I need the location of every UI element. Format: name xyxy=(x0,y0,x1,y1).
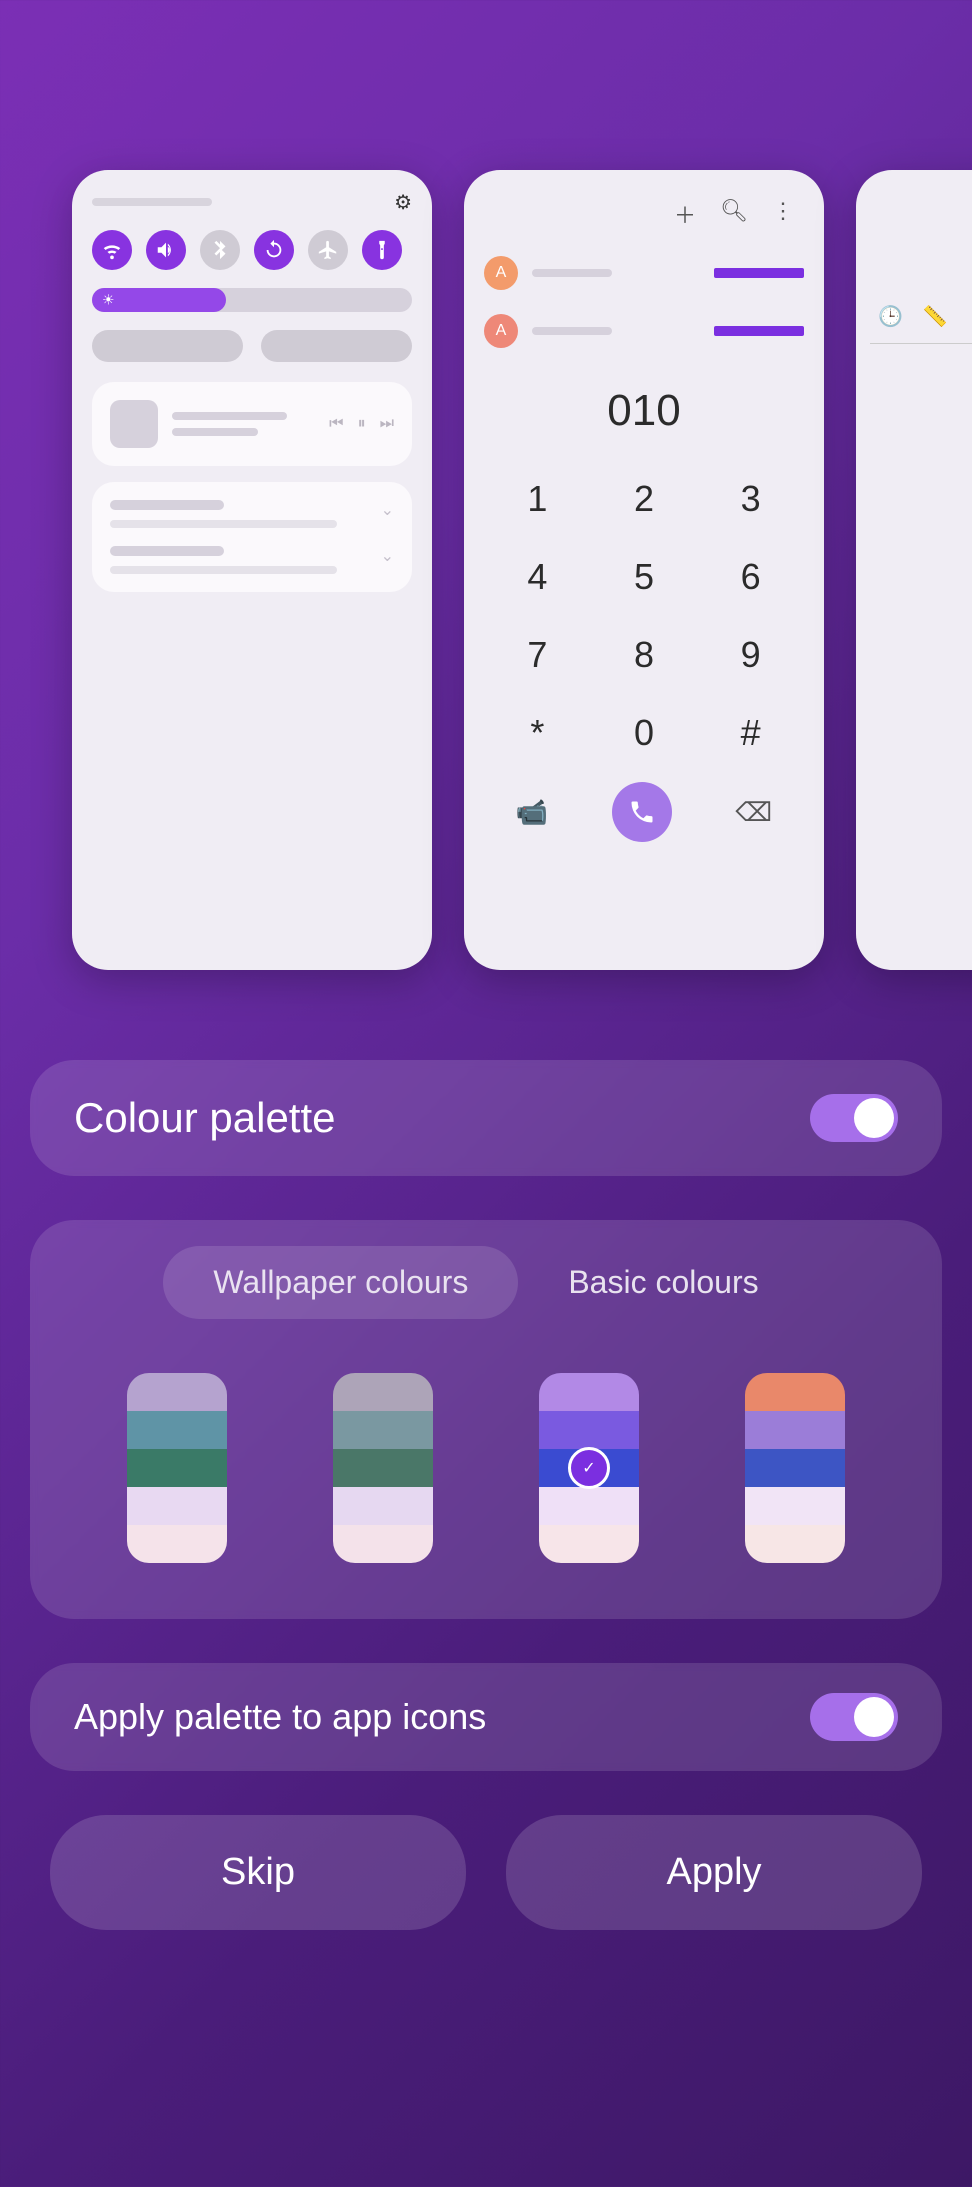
dial-key: 5 xyxy=(591,538,698,616)
call-button xyxy=(612,782,672,842)
dial-key: 9 xyxy=(697,616,804,694)
dial-key: * xyxy=(484,694,591,772)
apply-icons-card: Apply palette to app icons xyxy=(30,1663,942,1771)
gear-icon: ⚙ xyxy=(394,190,412,215)
dial-key: # xyxy=(697,694,804,772)
brightness-slider: ☀ xyxy=(92,288,412,312)
contact-avatar: A xyxy=(484,256,518,290)
preview-calculator: 23 🕒 📏 C 7 4 1 +/- xyxy=(856,170,972,970)
tab-wallpaper-colours[interactable]: Wallpaper colours xyxy=(163,1246,518,1319)
palette-list: ✓ xyxy=(74,1363,898,1593)
dial-key: 1 xyxy=(484,460,591,538)
plus-icon: ＋ xyxy=(674,198,696,230)
preview-quick-settings: ⚙ ☀ ⏮ ⏸ ⏭ xyxy=(72,170,432,970)
check-icon: ✓ xyxy=(568,1447,610,1489)
airplane-icon xyxy=(308,230,348,270)
calculator-display: 23 xyxy=(870,190,972,296)
media-card: ⏮ ⏸ ⏭ xyxy=(92,382,412,466)
preview-carousel[interactable]: ⚙ ☀ ⏮ ⏸ ⏭ xyxy=(0,0,972,1000)
rotate-icon xyxy=(254,230,294,270)
pause-icon: ⏸ xyxy=(358,415,366,433)
dial-key: 2 xyxy=(591,460,698,538)
wifi-icon xyxy=(92,230,132,270)
apply-icons-label: Apply palette to app icons xyxy=(74,1696,486,1738)
next-icon: ⏭ xyxy=(380,415,394,433)
dial-key: 0 xyxy=(591,694,698,772)
dial-key: 7 xyxy=(484,616,591,694)
skip-button[interactable]: Skip xyxy=(50,1815,466,1930)
palette-option[interactable]: ✓ xyxy=(539,1373,639,1563)
search-icon: 🔍︎ xyxy=(720,198,748,230)
dial-key: 3 xyxy=(697,460,804,538)
flashlight-icon xyxy=(362,230,402,270)
preview-dialer: ＋ 🔍︎ ⋮ A A 010 1 2 3 4 5 6 7 8 9 * 0 # xyxy=(464,170,824,970)
tab-basic-colours[interactable]: Basic colours xyxy=(518,1246,808,1319)
palette-option[interactable] xyxy=(745,1373,845,1563)
apply-icons-toggle[interactable] xyxy=(810,1693,898,1741)
palette-option[interactable] xyxy=(333,1373,433,1563)
bluetooth-icon xyxy=(200,230,240,270)
colour-palette-card: Colour palette xyxy=(30,1060,942,1176)
colour-palette-toggle[interactable] xyxy=(810,1094,898,1142)
palette-option[interactable] xyxy=(127,1373,227,1563)
ruler-icon: 📏 xyxy=(923,304,948,329)
prev-icon: ⏮ xyxy=(329,415,343,433)
apply-button[interactable]: Apply xyxy=(506,1815,922,1930)
chevron-down-icon: ⌄ xyxy=(381,500,394,520)
video-call-icon: 📹 xyxy=(516,797,548,828)
more-icon: ⋮ xyxy=(772,198,794,230)
dial-key: 8 xyxy=(591,616,698,694)
chevron-down-icon: ⌄ xyxy=(381,546,394,566)
contact-avatar: A xyxy=(484,314,518,348)
backspace-icon: ⌫ xyxy=(735,797,772,828)
colour-palette-label: Colour palette xyxy=(74,1094,336,1142)
palette-picker-card: Wallpaper colours Basic colours ✓ xyxy=(30,1220,942,1619)
sound-icon xyxy=(146,230,186,270)
dial-key: 6 xyxy=(697,538,804,616)
dial-key: 4 xyxy=(484,538,591,616)
dialer-number-display: 010 xyxy=(484,386,804,436)
history-icon: 🕒 xyxy=(878,304,903,329)
